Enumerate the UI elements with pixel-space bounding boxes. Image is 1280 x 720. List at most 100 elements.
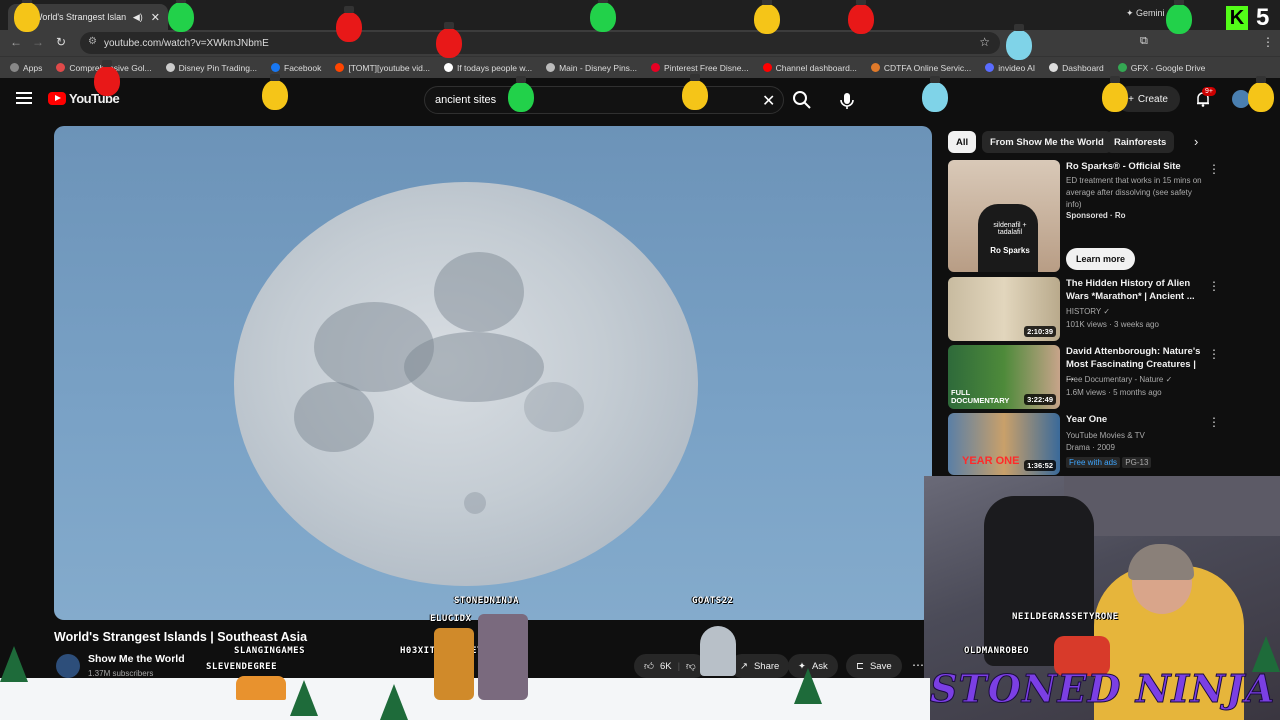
- more-options-icon[interactable]: ⋮: [1208, 415, 1220, 429]
- chip-from-channel[interactable]: From Show Me the World: [982, 131, 1112, 153]
- bookmark-favicon-icon: [1049, 63, 1059, 72]
- forward-icon[interactable]: →: [32, 35, 44, 49]
- duration-badge: 2:10:39: [1024, 326, 1056, 337]
- video-player[interactable]: [54, 126, 932, 620]
- bookmark-item[interactable]: Channel dashboard...: [762, 63, 857, 73]
- sprite-character: [478, 614, 528, 700]
- more-options-icon[interactable]: ⋮: [1208, 162, 1220, 176]
- clear-search-icon[interactable]: ✕: [762, 91, 775, 111]
- christmas-light: [1102, 76, 1128, 112]
- chip-all[interactable]: All: [948, 131, 977, 153]
- channel-avatar[interactable]: [56, 654, 80, 678]
- channel-label: Free Documentary - Nature: [1066, 375, 1164, 384]
- bookmark-favicon-icon: [165, 63, 175, 72]
- rec-genre: Drama · 2009: [1066, 443, 1115, 452]
- rec-title[interactable]: Year One: [1066, 413, 1201, 426]
- recommendation-item[interactable]: 2:10:39 The Hidden History of Alien Wars…: [948, 277, 1228, 341]
- video-title: World's Strangest Islands | Southeast As…: [54, 630, 308, 644]
- browser-toolbar: ← → ↻ ⚙ youtube.com/watch?v=XWkmJNbmE ☆ …: [0, 30, 1280, 56]
- bookmark-label: If todays people w...: [456, 62, 533, 73]
- rec-channel: HISTORY ✓: [1066, 306, 1206, 318]
- rec-channel: YouTube Movies & TV: [1066, 431, 1145, 440]
- moon-mare: [434, 252, 524, 332]
- gemini-button[interactable]: ✦ Gemini: [1126, 8, 1165, 19]
- christmas-light: [508, 76, 534, 112]
- christmas-light: [590, 0, 616, 32]
- sprite-character: [236, 676, 286, 700]
- bookmark-item[interactable]: CDTFA Online Servic...: [870, 63, 971, 73]
- webcam-shelf: [1064, 476, 1280, 536]
- rec-title[interactable]: The Hidden History of Alien Wars *Marath…: [1066, 277, 1201, 303]
- ad-thumbnail: sildenafil + tadalafil Ro Sparks: [948, 160, 1060, 272]
- site-info-icon[interactable]: ⚙: [88, 36, 97, 47]
- christmas-light: [336, 6, 362, 42]
- chat-username: NEILDEGRASSETYRONE: [1012, 612, 1119, 622]
- bookmark-item[interactable]: Disney Pin Trading...: [165, 62, 258, 73]
- christmas-light: [94, 60, 120, 96]
- christmas-light: [1248, 76, 1274, 112]
- chat-username: STONEDNINJA: [454, 596, 520, 606]
- recommendation-item[interactable]: YEAR ONE 1:36:52 Year One YouTube Movies…: [948, 413, 1228, 475]
- moon-mare: [524, 382, 584, 432]
- more-options-icon[interactable]: ⋮: [1208, 347, 1220, 361]
- bookmark-item[interactable]: Apps: [10, 63, 42, 73]
- bookmark-item[interactable]: Pinterest Free Disne...: [651, 63, 749, 73]
- webcam-beanie: [1128, 544, 1194, 580]
- bookmark-label: Disney Pin Trading...: [178, 62, 258, 73]
- recommendation-item[interactable]: FULL DOCUMENTARY 3:22:49 David Attenboro…: [948, 345, 1228, 409]
- bookmark-favicon-icon: [651, 63, 661, 72]
- learn-more-button[interactable]: Learn more: [1066, 248, 1136, 270]
- save-label: Save: [869, 660, 892, 672]
- rating-badge: PG-13: [1122, 457, 1152, 468]
- more-options-icon[interactable]: ⋮: [1208, 279, 1220, 293]
- channel-name[interactable]: Show Me the World: [88, 653, 185, 665]
- rec-title[interactable]: Ro Sparks® - Official Site: [1066, 160, 1201, 173]
- recommendation-ad[interactable]: sildenafil + tadalafil Ro Sparks Ro Spar…: [948, 160, 1228, 272]
- free-with-ads-badge: Free with ads: [1066, 457, 1121, 468]
- like-count: 6K: [659, 660, 672, 672]
- bookmark-item[interactable]: [TOMT][youtube vid...: [335, 63, 430, 73]
- speaker-icon[interactable]: ◀): [133, 12, 143, 23]
- christmas-light: [682, 74, 708, 110]
- bookmark-item[interactable]: invideo AI: [985, 63, 1035, 73]
- christmas-light: [436, 22, 462, 58]
- ad-shirt: [978, 204, 1038, 272]
- chat-username: ELUCIDX: [430, 614, 472, 624]
- bookmark-item[interactable]: If todays people w...: [443, 62, 533, 73]
- extensions-icon[interactable]: ⧉: [1140, 35, 1148, 48]
- bookmark-item[interactable]: Facebook: [271, 63, 321, 73]
- thumbs-down-icon[interactable]: 👎︎: [686, 660, 696, 672]
- reload-icon[interactable]: ↻: [56, 35, 66, 49]
- address-bar[interactable]: ⚙ youtube.com/watch?v=XWkmJNbmE ☆: [80, 32, 1000, 54]
- chat-username: GOATS22: [692, 596, 734, 606]
- search-input[interactable]: ancient sites: [424, 86, 784, 114]
- bookmark-item[interactable]: GFX - Google Drive: [1117, 63, 1205, 73]
- browser-menu-icon[interactable]: ⋮: [1262, 35, 1274, 49]
- thumb-caption: YEAR ONE: [962, 455, 1020, 467]
- video-thumbnail: FULL DOCUMENTARY 3:22:49: [948, 345, 1060, 409]
- bookmark-favicon-icon: [56, 63, 66, 72]
- bookmark-item[interactable]: Dashboard: [1049, 63, 1104, 73]
- tab-close-icon[interactable]: ✕: [151, 11, 160, 24]
- star-icon[interactable]: ☆: [979, 35, 990, 49]
- bookmark-label: Main - Disney Pins...: [559, 62, 638, 73]
- chevron-right-icon[interactable]: ›: [1194, 134, 1198, 149]
- stream-title-overlay: STONED NINJA: [929, 666, 1276, 712]
- bookmark-icon: ⊏: [856, 660, 864, 672]
- chip-rainforests[interactable]: Rainforests: [1106, 131, 1175, 153]
- share-button[interactable]: ↗ Share: [730, 654, 790, 678]
- youtube-play-icon: [48, 92, 66, 105]
- search-icon[interactable]: [790, 88, 814, 112]
- plus-icon: +: [1128, 93, 1134, 105]
- more-actions-icon[interactable]: ⋯: [912, 658, 924, 672]
- bookmark-item[interactable]: Main - Disney Pins...: [546, 63, 637, 73]
- hamburger-menu-icon[interactable]: [16, 92, 32, 104]
- microphone-icon[interactable]: [834, 88, 860, 114]
- save-button[interactable]: ⊏ Save: [846, 654, 902, 678]
- like-button[interactable]: 👍︎ 6K | 👎︎: [634, 654, 706, 678]
- ad-thumb-brand: Ro Sparks: [990, 246, 1030, 255]
- bookmark-favicon-icon: [985, 63, 995, 72]
- back-icon[interactable]: ←: [10, 35, 22, 49]
- bookmark-favicon-icon: [271, 63, 281, 72]
- christmas-light: [1166, 0, 1192, 34]
